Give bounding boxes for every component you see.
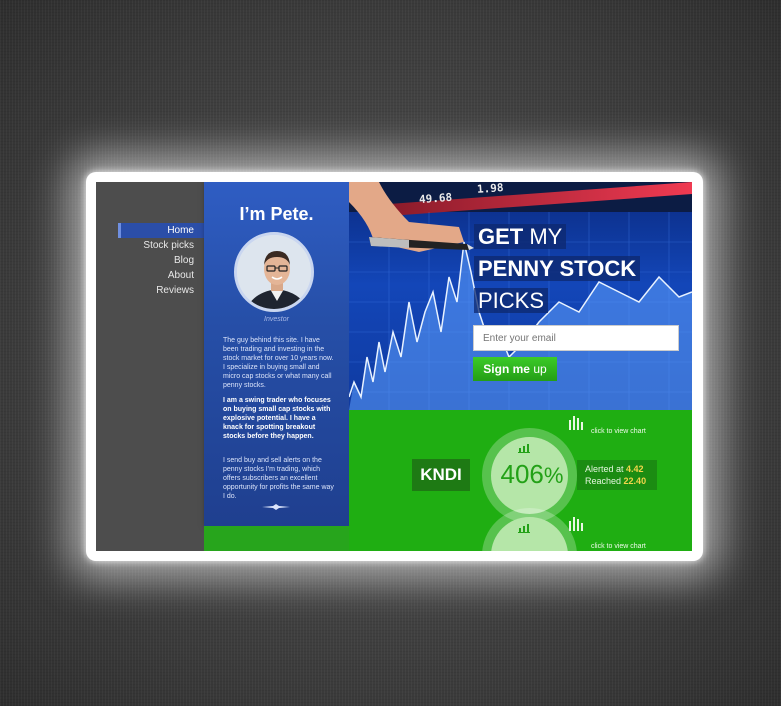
ornament-divider-icon [262,504,290,510]
signup-light-text: up [533,362,547,376]
website-screen: Home Stock picks Blog About Reviews I’m … [96,182,692,551]
headline-my: MY [529,224,563,249]
pick-stats: Alerted at 4.42 Reached 22.40 [577,460,657,490]
left-nav: Home Stock picks Blog About Reviews [96,182,204,551]
nav-reviews[interactable]: Reviews [156,285,194,296]
sign-me-up-button[interactable]: Sign me up [473,357,557,381]
hero-banner: 49.68 1.98 GET MY PENNY STOCK PICKS Sign… [349,182,692,410]
nav-home[interactable]: Home [118,223,204,238]
nav-stock-picks[interactable]: Stock picks [143,240,194,251]
view-chart-link[interactable]: click to view chart [591,428,646,435]
avatar-caption: Investor [264,316,289,323]
pick-percent-value: 406 [500,459,544,489]
pick-ticker: KNDI [412,459,470,491]
email-input[interactable] [473,325,679,351]
ticker-value-b: 1.98 [476,182,504,196]
reached-row: Reached 22.40 [585,475,657,487]
bio-paragraph-2: I am a swing trader who focuses on buyin… [223,397,331,440]
person-photo-icon [237,235,311,309]
green-base-shape [204,526,364,551]
profile-title: I’m Pete. [239,204,314,224]
avatar [234,232,314,312]
headline-picks: PICKS [474,288,549,313]
view-chart-link-2[interactable]: click to view chart [591,543,646,550]
alerted-label: Alerted at [585,464,624,474]
reached-label: Reached [585,476,622,486]
headline-line-3: PICKS [474,287,549,315]
bar-chart-icon[interactable] [568,414,584,430]
headline-line-1: GET MY [474,223,567,251]
alerted-row: Alerted at 4.42 [585,463,657,475]
alerted-value: 4.42 [626,464,644,474]
nav-blog[interactable]: Blog [174,255,194,266]
stock-picks-section: KNDI 406% click to view chart Alerted at… [349,410,692,551]
nav-about[interactable]: About [168,270,194,281]
mini-chart-icon [518,444,530,453]
mini-chart-icon-2 [518,524,530,533]
bio-paragraph-3: I send buy and sell alerts on the penny … [223,457,334,500]
bar-chart-icon-2[interactable] [568,515,584,531]
headline-line-2: PENNY STOCK [474,255,641,283]
pick-percent-gain: 406% [496,454,568,496]
reached-value: 22.40 [623,476,647,486]
headline-penny-stock: PENNY STOCK [478,256,637,281]
bio-paragraph-1: The guy behind this site. I have been tr… [223,337,334,389]
signup-bold-text: Sign me [483,362,530,376]
profile-panel: I’m Pete. Investor The guy behind this s… [204,182,349,526]
ticker-value-a: 49.68 [418,190,453,207]
headline-get: GET [478,224,524,249]
pick-percent-symbol: % [543,463,564,488]
